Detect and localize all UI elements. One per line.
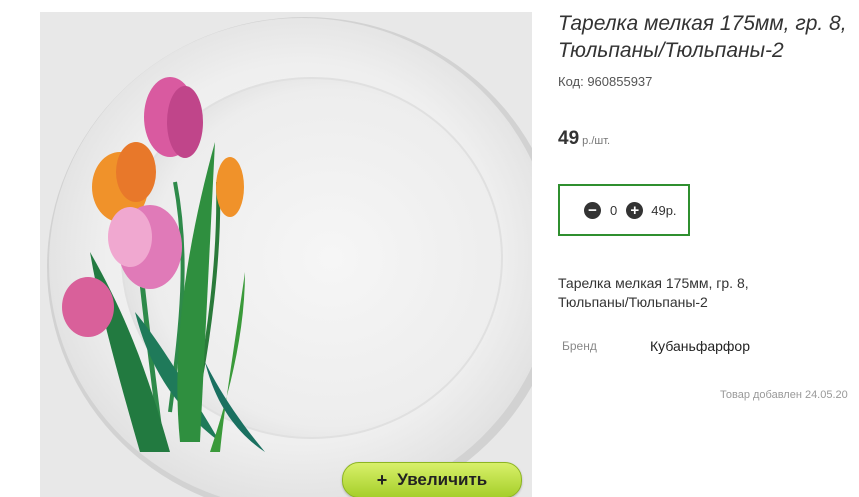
product-price: 49 р./шт. xyxy=(558,128,610,150)
zoom-button[interactable]: + Увеличить xyxy=(342,462,522,497)
added-date: Товар добавлен 24.05.20 xyxy=(720,389,848,401)
plus-circle-icon[interactable]: + xyxy=(626,201,644,219)
price-value: 49 xyxy=(558,128,580,149)
brand-label: Бренд xyxy=(562,339,597,353)
price-unit: р./шт. xyxy=(582,135,611,147)
product-title: Тарелка мелкая 175мм, гр. 8, Тюльпаны/Тю… xyxy=(558,12,847,62)
zoom-button-label: Увеличить xyxy=(397,470,488,489)
quantity-value[interactable]: 0 xyxy=(610,203,617,218)
plus-icon: + xyxy=(376,469,388,490)
product-code: Код: 960855937 xyxy=(558,74,653,89)
brand-value: Кубаньфарфор xyxy=(650,338,751,354)
product-image[interactable]: + Увеличить xyxy=(40,12,532,497)
quantity-stepper: − 0 + 49р. xyxy=(558,184,690,236)
quantity-sum: 49р. xyxy=(651,202,677,218)
plate-illustration xyxy=(40,12,532,497)
product-description: Тарелка мелкая 175мм, гр. 8, Тюльпаны/Тю… xyxy=(558,275,749,310)
minus-circle-icon[interactable]: − xyxy=(584,201,601,219)
